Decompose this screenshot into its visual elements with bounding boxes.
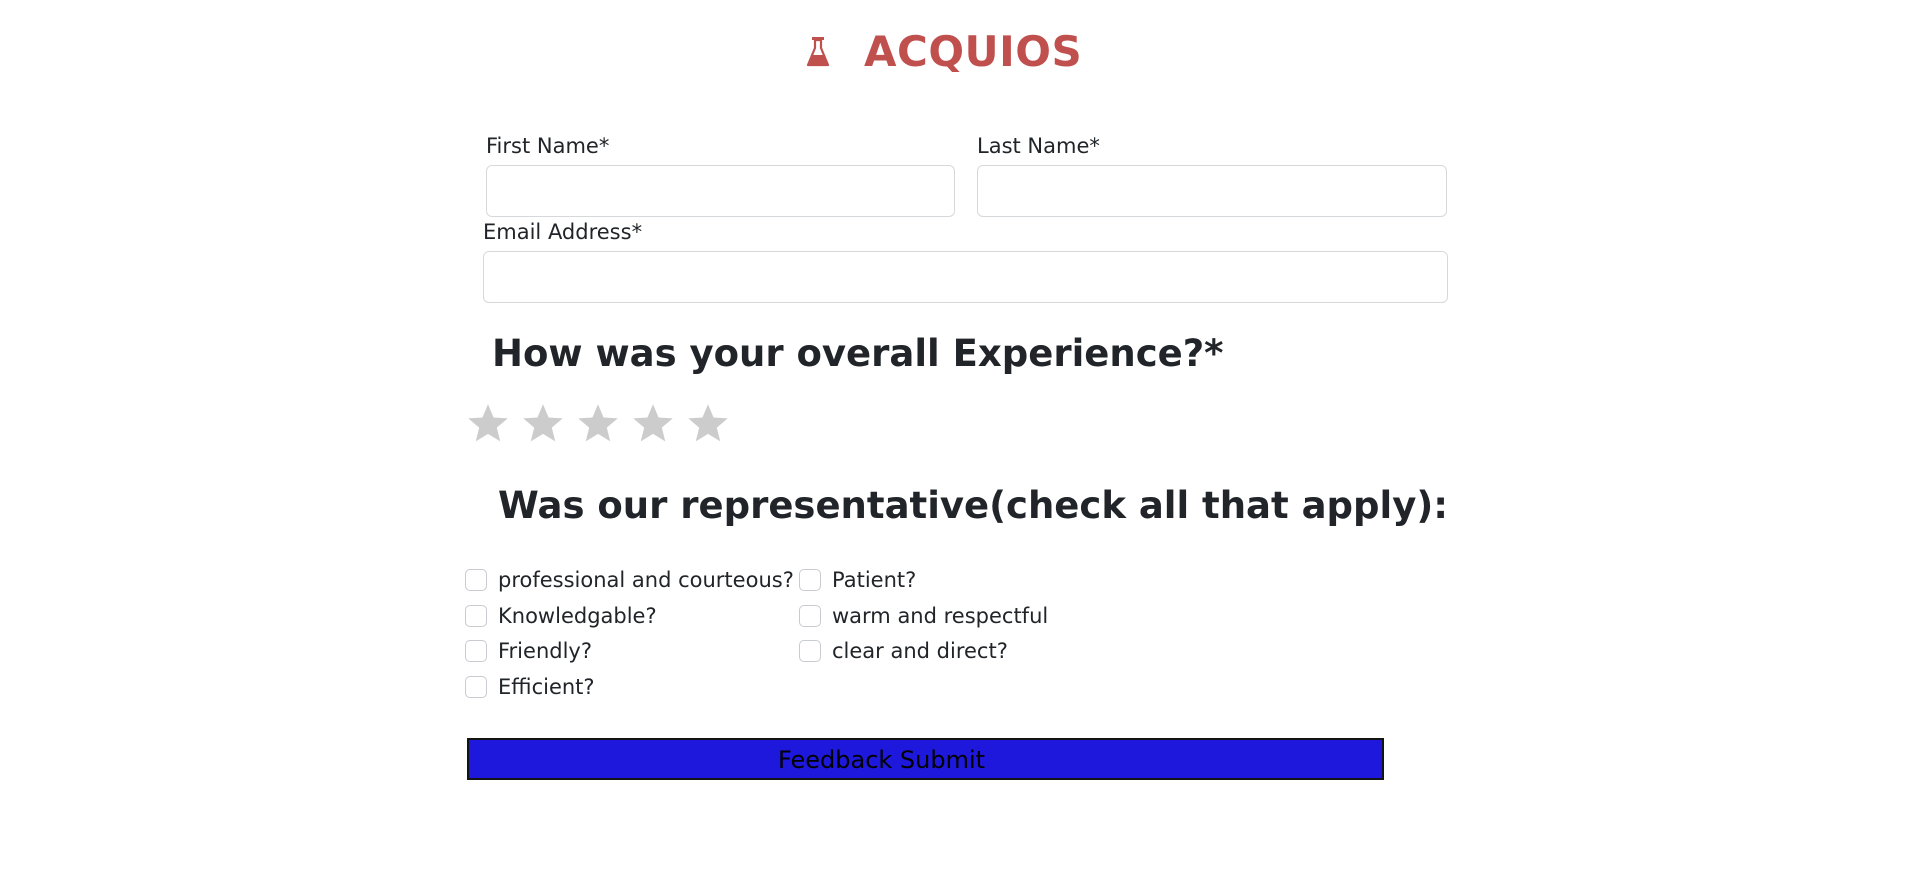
checkbox-label: professional and courteous?: [498, 568, 794, 592]
checkbox-label: clear and direct?: [832, 639, 1008, 663]
email-input[interactable]: [483, 251, 1448, 303]
feedback-submit-label: Feedback Submit: [778, 746, 986, 774]
checkbox-label: Knowledgable?: [498, 604, 657, 628]
checkbox-option: Friendly?: [465, 639, 592, 663]
last-name-label: Last Name*: [977, 134, 1100, 158]
checkbox[interactable]: [465, 605, 487, 627]
experience-heading: How was your overall Experience?*: [492, 332, 1224, 375]
flask-icon: [806, 33, 830, 69]
checkbox[interactable]: [465, 676, 487, 698]
checkbox[interactable]: [465, 640, 487, 662]
feedback-page: ACQUIOS First Name* Last Name* Email Add…: [0, 0, 1915, 873]
first-name-input[interactable]: [486, 165, 955, 217]
checkbox-option: Efficient?: [465, 675, 595, 699]
checkbox-option: clear and direct?: [799, 639, 1008, 663]
checkbox-label: Patient?: [832, 568, 917, 592]
last-name-input[interactable]: [977, 165, 1447, 217]
checkbox-option: Knowledgable?: [465, 604, 657, 628]
checkbox[interactable]: [799, 569, 821, 591]
first-name-label: First Name*: [486, 134, 610, 158]
checkbox-label: warm and respectful: [832, 604, 1049, 628]
star-icon[interactable]: [575, 400, 621, 446]
checkbox[interactable]: [799, 605, 821, 627]
checkbox-label: Friendly?: [498, 639, 592, 663]
representative-heading: Was our representative(check all that ap…: [498, 484, 1449, 527]
checkbox-option: Patient?: [799, 568, 916, 592]
star-icon[interactable]: [685, 400, 731, 446]
checkbox-option: professional and courteous?: [465, 568, 794, 592]
star-icon[interactable]: [465, 400, 511, 446]
checkbox-option: warm and respectful: [799, 604, 1048, 628]
email-label: Email Address*: [483, 220, 643, 244]
star-icon[interactable]: [630, 400, 676, 446]
feedback-submit-button[interactable]: Feedback Submit: [467, 738, 1384, 780]
checkbox-label: Efficient?: [498, 675, 595, 699]
brand-header: ACQUIOS: [806, 22, 1082, 80]
star-rating: [465, 400, 740, 446]
star-icon[interactable]: [520, 400, 566, 446]
checkbox[interactable]: [465, 569, 487, 591]
brand-name: ACQUIOS: [864, 26, 1083, 76]
checkbox[interactable]: [799, 640, 821, 662]
